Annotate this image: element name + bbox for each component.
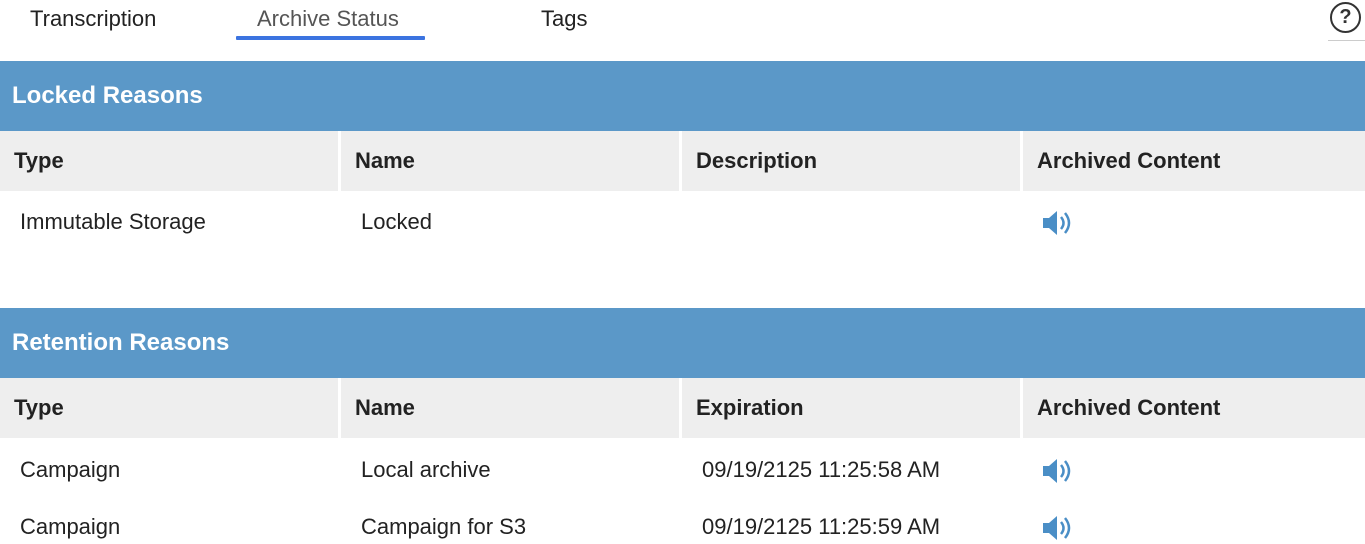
- cell-type: Campaign: [20, 457, 121, 482]
- tab-archive-status[interactable]: Archive Status: [257, 6, 399, 32]
- retention-table-header: Type Name Expiration Archived Content: [0, 378, 1365, 438]
- active-tab-indicator: [236, 36, 425, 40]
- table-row: Immutable Storage Locked: [0, 193, 1365, 250]
- cell-type: Campaign: [20, 514, 121, 539]
- speaker-icon[interactable]: [1041, 208, 1075, 238]
- tab-transcription[interactable]: Transcription: [30, 6, 156, 32]
- help-circle-icon[interactable]: ?: [1330, 2, 1361, 33]
- cell-name: Local archive: [361, 457, 491, 482]
- locked-table-header: Type Name Description Archived Content: [0, 131, 1365, 191]
- table-row: Campaign Local archive 09/19/2125 11:25:…: [0, 441, 1365, 498]
- cell-name: Campaign for S3: [361, 514, 527, 539]
- speaker-icon[interactable]: [1041, 513, 1075, 543]
- column-header-name[interactable]: Name: [341, 378, 679, 438]
- tab-tags[interactable]: Tags: [541, 6, 587, 32]
- column-header-description[interactable]: Description: [682, 131, 1020, 191]
- column-header-archived-content[interactable]: Archived Content: [1023, 131, 1365, 191]
- column-header-name[interactable]: Name: [341, 131, 679, 191]
- cell-expiration: 09/19/2125 11:25:58 AM: [702, 457, 941, 482]
- divider: [1328, 40, 1365, 41]
- column-header-type[interactable]: Type: [0, 131, 338, 191]
- column-header-expiration[interactable]: Expiration: [682, 378, 1020, 438]
- cell-name: Locked: [361, 209, 432, 234]
- column-header-type[interactable]: Type: [0, 378, 338, 438]
- locked-reasons-header: Locked Reasons: [0, 61, 1365, 131]
- column-header-archived-content[interactable]: Archived Content: [1023, 378, 1365, 438]
- retention-reasons-header: Retention Reasons: [0, 308, 1365, 378]
- table-row: Campaign Campaign for S3 09/19/2125 11:2…: [0, 498, 1365, 544]
- cell-expiration: 09/19/2125 11:25:59 AM: [702, 514, 941, 539]
- cell-type: Immutable Storage: [20, 209, 206, 234]
- speaker-icon[interactable]: [1041, 456, 1075, 486]
- tab-bar: Transcription Archive Status Tags ?: [0, 0, 1365, 60]
